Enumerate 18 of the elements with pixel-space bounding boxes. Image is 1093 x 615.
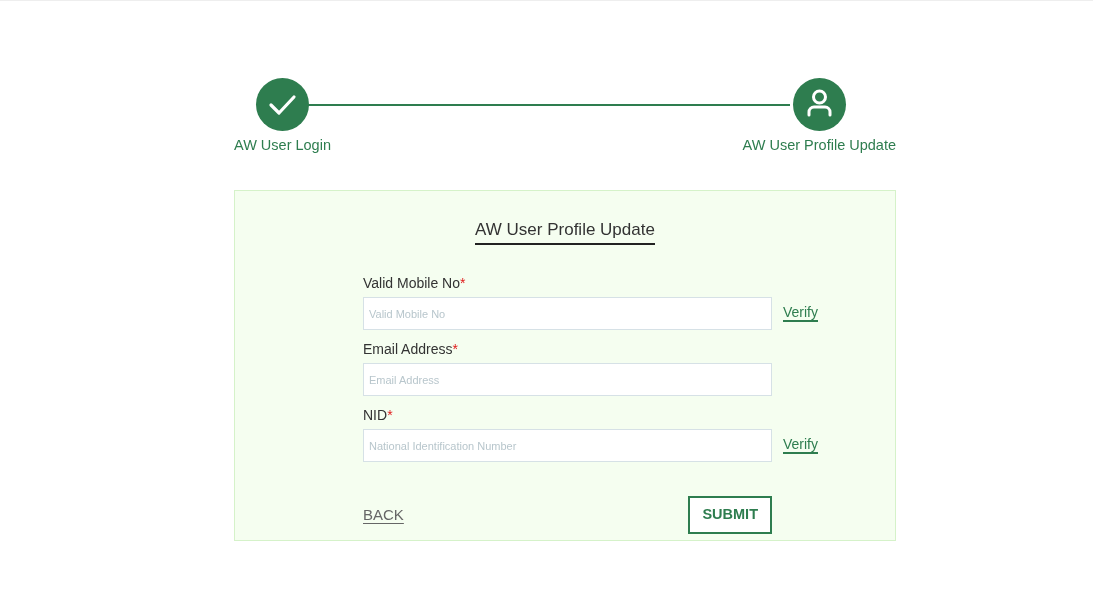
required-asterisk: *: [460, 274, 466, 294]
required-asterisk: *: [387, 406, 393, 426]
field-label: Valid Mobile No: [363, 274, 460, 294]
input-field[interactable]: National Identification Number: [363, 429, 772, 463]
required-asterisk: *: [452, 340, 458, 360]
user-icon: [792, 78, 846, 131]
back-link[interactable]: BACK: [363, 503, 404, 527]
input-field[interactable]: Email Address: [363, 363, 772, 397]
check-icon: [256, 78, 309, 131]
submit-button[interactable]: SUBMIT: [688, 496, 772, 534]
verify-link[interactable]: Verify: [783, 305, 818, 323]
field-label: NID: [363, 406, 388, 426]
step-label: AW User Login: [234, 136, 331, 155]
input-field[interactable]: Valid Mobile No: [363, 297, 772, 331]
verify-link[interactable]: Verify: [783, 437, 818, 455]
step-label: AW User Profile Update: [742, 136, 896, 155]
form-title: AW User Profile Update: [475, 216, 655, 246]
field-label: Email Address: [363, 340, 453, 360]
